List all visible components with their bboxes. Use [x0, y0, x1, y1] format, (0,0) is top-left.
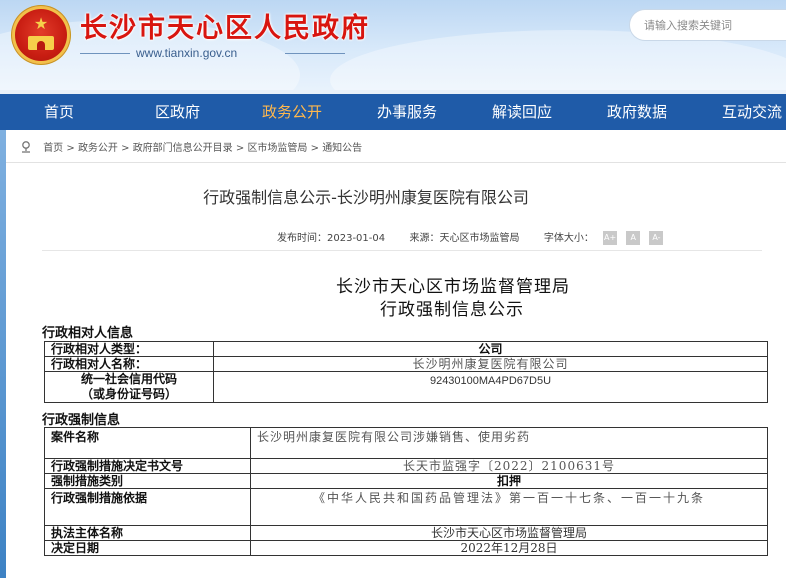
- table-row: 案件名称 长沙明州康复医院有限公司涉嫌销售、使用劣药: [44, 427, 768, 459]
- row-label: 案件名称: [44, 427, 251, 459]
- publish-date: 2023-01-04: [327, 233, 386, 244]
- source-value: 天心区市场监管局: [439, 233, 520, 244]
- table-row: 统一社会信用代码 （或身份证号码） 92430100MA4PD67D5U: [44, 371, 768, 403]
- nav-item-home[interactable]: 首页: [44, 94, 74, 130]
- table-row: 行政相对人类型： 公司: [44, 341, 768, 357]
- main-nav: 首页 区政府 政务公开 办事服务 解读回应 政府数据 互动交流: [0, 90, 786, 130]
- breadcrumb-link-notices[interactable]: 通知公告: [322, 143, 362, 154]
- site-url: www.tianxin.gov.cn: [136, 46, 238, 60]
- row-value: 长沙明州康复医院有限公司涉嫌销售、使用劣药: [250, 427, 768, 459]
- content-area: 首页 > 政务公开 > 政府部门信息公开目录 > 区市场监管局 > 通知公告 行…: [6, 130, 786, 578]
- nav-item-district-government[interactable]: 区政府: [155, 94, 200, 130]
- nav-item-government-affairs[interactable]: 政务公开: [262, 94, 322, 130]
- table-row: 行政相对人名称： 长沙明州康复医院有限公司: [44, 356, 768, 372]
- table-row: 决定日期 2022年12月28日: [44, 540, 768, 556]
- search-input[interactable]: [642, 10, 786, 42]
- row-label: 行政相对人名称：: [44, 356, 214, 372]
- national-emblem-icon: ★: [12, 6, 70, 64]
- row-label: 行政强制措施决定书文号: [44, 458, 251, 474]
- row-label: 统一社会信用代码 （或身份证号码）: [44, 371, 214, 403]
- row-label: 决定日期: [44, 540, 251, 556]
- publish-label: 发布时间：: [277, 233, 327, 244]
- document-title: 行政强制信息公示: [380, 300, 524, 320]
- location-pin-icon: [20, 140, 32, 156]
- row-value: 长天市监强字〔2022〕2100631号: [250, 458, 768, 474]
- party-info-table: 行政相对人类型： 公司 行政相对人名称： 长沙明州康复医院有限公司 统一社会信用…: [44, 341, 768, 403]
- row-label: 强制措施类别: [44, 473, 251, 489]
- table-row: 行政强制措施决定书文号 长天市监强字〔2022〕2100631号: [44, 458, 768, 474]
- breadcrumb-link-department-catalog[interactable]: 政府部门信息公开目录: [133, 143, 233, 154]
- row-value: 92430100MA4PD67D5U: [213, 371, 768, 403]
- article-meta: 发布时间：2023-01-04 来源：天心区市场监管局 字体大小： A+ A A…: [277, 229, 664, 245]
- enforcement-info-table: 案件名称 长沙明州康复医院有限公司涉嫌销售、使用劣药 行政强制措施决定书文号 长…: [44, 427, 768, 556]
- nav-item-government-data[interactable]: 政府数据: [607, 94, 667, 130]
- row-label: 执法主体名称: [44, 525, 251, 541]
- row-value: 公司: [213, 341, 768, 357]
- breadcrumb-link-home[interactable]: 首页: [43, 143, 63, 154]
- font-default-button[interactable]: A: [626, 231, 641, 245]
- url-divider: [285, 53, 345, 54]
- breadcrumb: 首页 > 政务公开 > 政府部门信息公开目录 > 区市场监管局 > 通知公告: [20, 139, 362, 156]
- section-title-enforcement-info: 行政强制信息: [42, 413, 121, 428]
- row-label: 行政相对人类型：: [44, 341, 214, 357]
- nav-item-interpretation[interactable]: 解读回应: [492, 94, 552, 130]
- row-label-line1: 统一社会信用代码: [80, 372, 177, 386]
- divider: [42, 250, 762, 251]
- font-size-label: 字体大小：: [543, 233, 594, 244]
- table-row: 行政强制措施依据 《中华人民共和国药品管理法》第一百一十七条、一百一十九条: [44, 488, 768, 526]
- article-title: 行政强制信息公示-长沙明州康复医院有限公司: [203, 188, 529, 207]
- row-label-line2: （或身份证号码）: [80, 387, 177, 401]
- breadcrumb-link-market-supervision[interactable]: 区市场监管局: [247, 143, 307, 154]
- font-decrease-button[interactable]: A-: [649, 231, 664, 245]
- row-value: 长沙市天心区市场监督管理局: [250, 525, 768, 541]
- search-box: [629, 9, 786, 42]
- row-value: 2022年12月28日: [250, 540, 768, 556]
- row-value: 长沙明州康复医院有限公司: [213, 356, 768, 372]
- nav-item-interaction[interactable]: 互动交流: [722, 94, 782, 130]
- row-label: 行政强制措施依据: [44, 488, 251, 526]
- url-divider: [80, 53, 130, 54]
- font-increase-button[interactable]: A+: [603, 231, 618, 245]
- table-row: 执法主体名称 长沙市天心区市场监督管理局: [44, 525, 768, 541]
- breadcrumb-link-government-affairs[interactable]: 政务公开: [78, 143, 118, 154]
- document-org: 长沙市天心区市场监督管理局: [336, 277, 570, 297]
- section-title-party-info: 行政相对人信息: [42, 326, 134, 341]
- row-value: 《中华人民共和国药品管理法》第一百一十七条、一百一十九条: [250, 488, 768, 526]
- site-header: ★ 长沙市天心区人民政府 www.tianxin.gov.cn: [0, 0, 786, 90]
- nav-item-services[interactable]: 办事服务: [377, 94, 437, 130]
- divider: [6, 162, 786, 163]
- table-row: 强制措施类别 扣押: [44, 473, 768, 489]
- source-label: 来源：: [409, 233, 440, 244]
- site-title[interactable]: 长沙市天心区人民政府: [80, 6, 370, 45]
- row-value: 扣押: [250, 473, 768, 489]
